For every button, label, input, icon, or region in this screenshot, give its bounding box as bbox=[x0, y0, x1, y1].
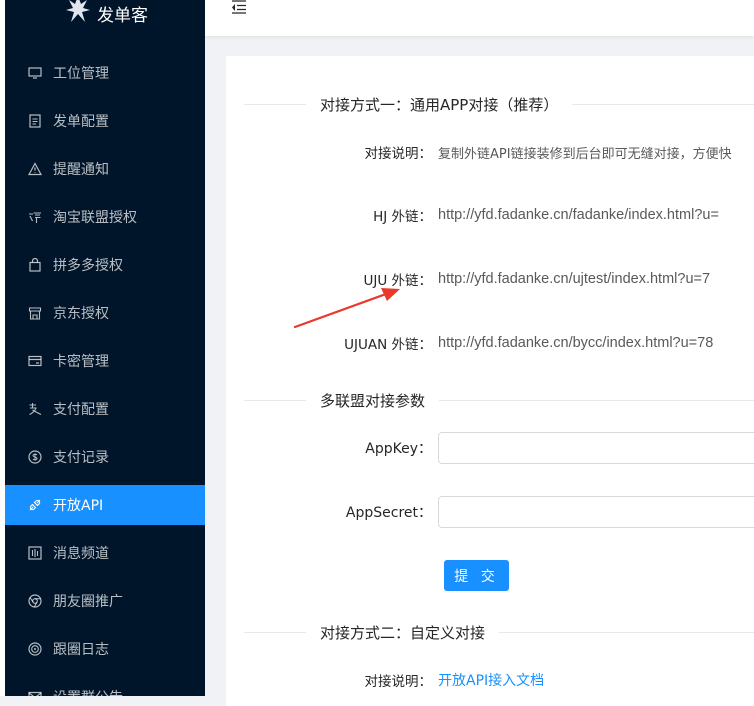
description-row: 对接说明： 开放API接入文档 bbox=[226, 669, 545, 691]
sidebar-item-label: 京东授权 bbox=[53, 306, 109, 322]
submit-button[interactable]: 提 交 bbox=[444, 560, 509, 591]
ujuan-link-value[interactable]: http://yfd.fadanke.cn/bycc/index.html?u=… bbox=[438, 335, 713, 351]
field-label: 对接说明： bbox=[364, 674, 433, 690]
menu-fold-icon[interactable] bbox=[231, 0, 247, 14]
shop-icon bbox=[28, 306, 42, 320]
top-header bbox=[205, 0, 754, 36]
sidebar-item-group-notice[interactable]: 设置群公告 bbox=[5, 677, 205, 696]
hj-link-value[interactable]: http://yfd.fadanke.cn/fadanke/index.html… bbox=[438, 207, 719, 223]
sidebar-item-label: 朋友圈推广 bbox=[53, 594, 123, 610]
section-title: 多联盟对接参数 bbox=[320, 391, 426, 410]
taobao-icon bbox=[28, 210, 42, 224]
field-label: AppSecret： bbox=[345, 505, 432, 521]
sidebar-item-moments-promotion[interactable]: 朋友圈推广 bbox=[5, 581, 205, 621]
app-name: 发单客 bbox=[97, 5, 148, 26]
section-title: 对接方式一：通用APP对接（推荐） bbox=[320, 95, 559, 114]
appkey-row: AppKey： bbox=[226, 432, 754, 464]
sidebar-item-label: 开放API bbox=[53, 498, 104, 514]
shopping-icon bbox=[28, 258, 42, 272]
sidebar-item-label: 卡密管理 bbox=[53, 354, 109, 370]
section-title: 对接方式二：自定义对接 bbox=[320, 623, 486, 642]
section-divider: 对接方式一：通用APP对接（推荐） bbox=[244, 93, 754, 115]
appkey-input[interactable] bbox=[438, 432, 754, 464]
sidebar-item-message-channel[interactable]: 消息频道 bbox=[5, 533, 205, 573]
link-row-ujuan: UJUAN 外链： http://yfd.fadanke.cn/bycc/ind… bbox=[226, 332, 713, 354]
main-content: 对接方式一：通用APP对接（推荐） 对接说明： 复制外链API链接装修到后台即可… bbox=[226, 56, 754, 706]
sidebar-item-label: 拼多多授权 bbox=[53, 258, 123, 274]
sidebar-item-label: 跟圈日志 bbox=[53, 642, 109, 658]
appsecret-row: AppSecret： bbox=[226, 496, 754, 528]
mail-icon bbox=[28, 690, 42, 696]
field-label: HJ 外链： bbox=[373, 209, 432, 225]
sidebar-item-notifications[interactable]: 提醒通知 bbox=[5, 149, 205, 189]
warning-icon bbox=[28, 162, 42, 176]
target-icon bbox=[28, 642, 42, 656]
app-logo[interactable]: 发单客 bbox=[63, 0, 148, 26]
sidebar-item-payment-records[interactable]: 支付记录 bbox=[5, 437, 205, 477]
desktop-icon bbox=[28, 66, 42, 80]
sidebar-item-order-config[interactable]: 发单配置 bbox=[5, 101, 205, 141]
sidebar-item-label: 提醒通知 bbox=[53, 162, 109, 178]
sidebar-item-label: 发单配置 bbox=[53, 114, 109, 130]
appsecret-input[interactable] bbox=[438, 496, 754, 528]
sidebar-item-payment-config[interactable]: 支付配置 bbox=[5, 389, 205, 429]
sidebar-item-label: 支付记录 bbox=[53, 450, 109, 466]
field-label: AppKey： bbox=[365, 441, 432, 457]
sidebar-item-open-api[interactable]: 开放API bbox=[5, 485, 205, 525]
file-text-icon bbox=[28, 114, 42, 128]
link-row-hj: HJ 外链： http://yfd.fadanke.cn/fadanke/ind… bbox=[226, 204, 719, 226]
field-label: UJUAN 外链： bbox=[344, 337, 432, 353]
description-text: 复制外链API链接装修到后台即可无缝对接，方便快 bbox=[438, 146, 732, 162]
sidebar-item-label: 支付配置 bbox=[53, 402, 109, 418]
sidebar: 发单客 工位管理 发单配置 提醒通知 淘宝联盟授权 拼多多授权 京东授权 卡密管… bbox=[5, 0, 205, 696]
sidebar-item-label: 工位管理 bbox=[53, 66, 109, 82]
description-row: 对接说明： 复制外链API链接装修到后台即可无缝对接，方便快 bbox=[226, 141, 732, 163]
api-icon bbox=[28, 498, 42, 512]
sidebar-item-jd-auth[interactable]: 京东授权 bbox=[5, 293, 205, 333]
sidebar-item-card-key[interactable]: 卡密管理 bbox=[5, 341, 205, 381]
api-doc-link[interactable]: 开放API接入文档 bbox=[438, 670, 544, 690]
sidebar-item-workstation[interactable]: 工位管理 bbox=[5, 53, 205, 93]
field-label: 对接说明： bbox=[364, 146, 433, 162]
sidebar-item-label: 消息频道 bbox=[53, 546, 109, 562]
logo-icon bbox=[66, 0, 90, 22]
section-divider: 对接方式二：自定义对接 bbox=[244, 621, 754, 643]
sliders-icon bbox=[28, 546, 42, 560]
sidebar-item-label: 淘宝联盟授权 bbox=[53, 210, 137, 226]
sidebar-item-taobao-auth[interactable]: 淘宝联盟授权 bbox=[5, 197, 205, 237]
sidebar-item-pinduoduo-auth[interactable]: 拼多多授权 bbox=[5, 245, 205, 285]
chrome-icon bbox=[28, 594, 42, 608]
section-divider: 多联盟对接参数 bbox=[244, 389, 754, 411]
uju-link-value[interactable]: http://yfd.fadanke.cn/ujtest/index.html?… bbox=[438, 271, 710, 287]
credit-card-icon bbox=[28, 354, 42, 368]
dollar-icon bbox=[28, 450, 42, 464]
annotation-arrow bbox=[293, 288, 400, 329]
sidebar-item-label: 设置群公告 bbox=[53, 687, 123, 696]
alipay-icon bbox=[28, 402, 42, 416]
sidebar-item-follow-log[interactable]: 跟圈日志 bbox=[5, 629, 205, 669]
